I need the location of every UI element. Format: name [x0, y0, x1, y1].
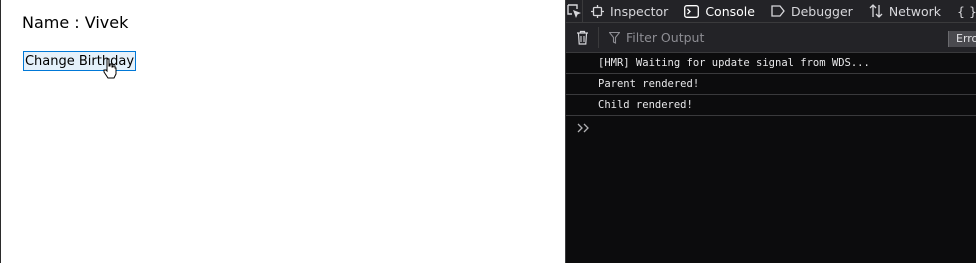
tab-inspector-label: Inspector	[610, 3, 669, 19]
errors-filter-chip[interactable]: Erro	[948, 31, 976, 47]
change-birthday-button[interactable]: Change Birthday	[23, 51, 136, 71]
tab-console[interactable]: Console	[676, 0, 763, 22]
console-icon	[684, 4, 700, 18]
console-message: Parent rendered!	[566, 74, 976, 95]
filter-output-input[interactable]: Filter Output	[609, 30, 704, 45]
style-editor-icon: { }	[957, 3, 976, 19]
console-input[interactable]	[566, 116, 976, 140]
tab-style-editor[interactable]: { } S	[949, 0, 976, 22]
network-icon	[869, 4, 883, 18]
hand-pointer-icon	[103, 58, 117, 79]
filter-icon	[609, 31, 620, 44]
element-picker-icon[interactable]	[566, 0, 583, 22]
filter-placeholder: Filter Output	[626, 30, 705, 45]
tab-inspector[interactable]: Inspector	[583, 0, 676, 22]
tab-network-label: Network	[888, 3, 942, 19]
devtools-toolbar: Inspector Console Debugger Network { } S	[566, 0, 976, 23]
tab-network[interactable]: Network	[861, 0, 949, 22]
tab-debugger-label: Debugger	[790, 3, 853, 19]
name-text: Name : Vivek	[22, 13, 129, 32]
devtools-panel: Inspector Console Debugger Network { } S…	[565, 0, 976, 263]
console-message: Child rendered!	[566, 95, 976, 116]
console-filter-bar: Filter Output Erro	[566, 23, 976, 53]
console-message: [HMR] Waiting for update signal from WDS…	[566, 53, 976, 74]
chevron-right-prompt-icon	[577, 123, 589, 133]
clear-console-trash-icon[interactable]	[566, 27, 599, 48]
tab-console-label: Console	[705, 3, 755, 19]
app-page: Name : Vivek Change Birthday	[0, 0, 565, 263]
tab-debugger[interactable]: Debugger	[763, 0, 861, 22]
debugger-icon	[771, 5, 785, 17]
inspector-icon	[591, 4, 604, 18]
